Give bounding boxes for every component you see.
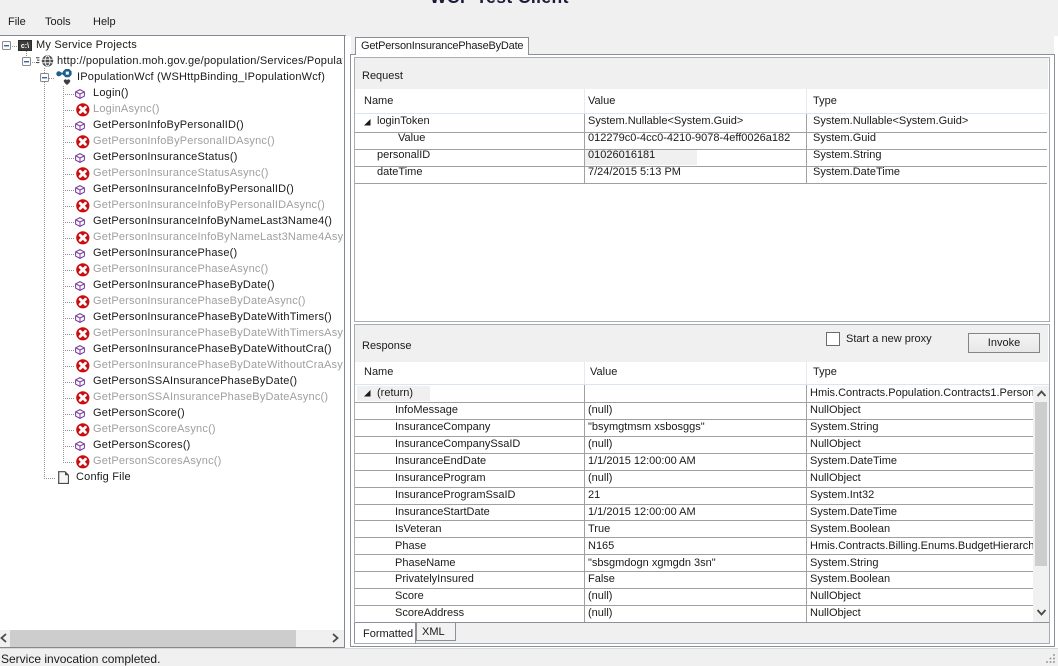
svg-text:c:\: c:\ <box>21 43 29 50</box>
